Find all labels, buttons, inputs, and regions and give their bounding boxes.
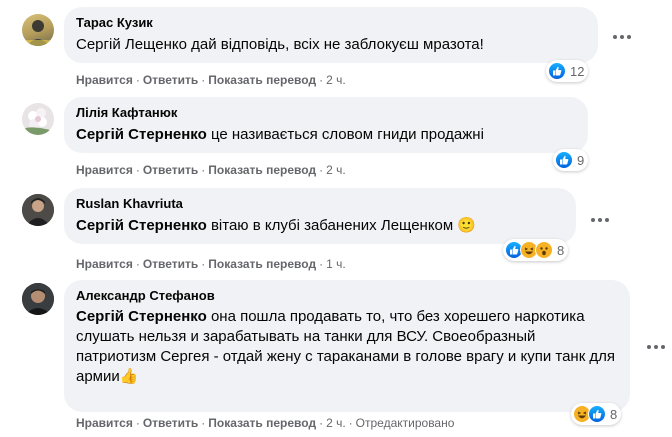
comment-author[interactable]: Александр Стефанов [76,288,618,304]
reaction-count: 12 [570,63,585,79]
reply-link[interactable]: Ответить [143,257,198,271]
reaction-count: 8 [610,406,618,422]
translate-link[interactable]: Показать перевод [208,257,316,271]
avatar[interactable] [22,283,54,315]
like-reaction-icon [548,62,566,80]
comment-1: Тарас Кузик Сергій Лещенко дай відповідь… [0,0,672,92]
reactions-summary[interactable]: 8 [503,239,569,261]
translate-link[interactable]: Показать перевод [208,73,316,87]
reactions-summary[interactable]: 12 [546,60,589,82]
timestamp[interactable]: 2 ч. [326,73,346,87]
comment-actions: Нравится · Ответить · Показать перевод · 2 ч. [76,163,346,177]
comment-author[interactable]: Лілія Кафтанюк [76,105,576,121]
comment-2: Лілія Кафтанюк Сергій Стерненко це назив… [0,92,672,182]
like-reaction-icon [555,151,573,169]
comment-bubble: Ruslan Khavriuta Сергій Стерненко вітаю … [64,188,576,244]
comment-actions: Нравится · Ответить · Показать перевод · 1 ч. [76,257,346,271]
translate-link[interactable]: Показать перевод [208,163,316,177]
comment-4: Александр Стефанов Сергій Стерненко она … [0,278,672,437]
mention-tag[interactable]: Сергій Стерненко [76,217,207,234]
more-options-button[interactable] [584,204,616,236]
more-dots-icon [591,218,609,222]
comment-author[interactable]: Тарас Кузик [76,15,586,31]
more-dots-icon [613,35,631,39]
wow-reaction-icon [535,241,553,259]
slight-smile-emoji: 🙂 [457,217,477,234]
timestamp[interactable]: 2 ч. [326,163,346,177]
mention-tag[interactable]: Сергій Стерненко [76,308,207,325]
timestamp[interactable]: 2 ч. [326,416,346,430]
edited-label[interactable]: Отредактировано [356,416,455,430]
thumbs-up-emoji: 👍 [119,368,139,385]
comment-actions: Нравится · Ответить · Показать перевод · 2 ч. [76,73,346,87]
comment-author[interactable]: Ruslan Khavriuta [76,196,564,212]
avatar[interactable] [22,103,54,135]
comment-bubble: Лілія Кафтанюк Сергій Стерненко це назив… [64,97,588,153]
reply-link[interactable]: Ответить [143,73,198,87]
like-link[interactable]: Нравится [76,163,133,177]
comment-text: це називається словом гниди продажні [210,126,484,143]
like-link[interactable]: Нравится [76,416,133,430]
translate-link[interactable]: Показать перевод [208,416,316,430]
comment-3: Ruslan Khavriuta Сергій Стерненко вітаю … [0,182,672,278]
comment-actions: Нравится · Ответить · Показать перевод · 2 ч. ·… [76,416,455,430]
more-options-button[interactable] [606,21,638,53]
like-reaction-icon [588,405,606,423]
comment-bubble: Тарас Кузик Сергій Лещенко дай відповідь… [64,7,598,63]
comment-text: Сергій Лещенко дай відповідь, всіх не за… [76,36,484,53]
avatar[interactable] [22,194,54,226]
avatar[interactable] [22,14,54,46]
reply-link[interactable]: Ответить [143,416,198,430]
reply-link[interactable]: Ответить [143,163,198,177]
like-link[interactable]: Нравится [76,73,133,87]
more-dots-icon [647,345,665,349]
reactions-summary[interactable]: 8 [571,403,622,425]
like-link[interactable]: Нравится [76,257,133,271]
reaction-count: 9 [577,152,585,168]
comment-text: вітаю в клубі забанених Лещенком [210,217,454,234]
reaction-count: 8 [557,242,565,258]
more-options-button[interactable] [640,331,672,363]
timestamp[interactable]: 1 ч. [326,257,346,271]
comment-bubble: Александр Стефанов Сергій Стерненко она … [64,280,630,412]
mention-tag[interactable]: Сергій Стерненко [76,126,207,143]
reactions-summary[interactable]: 9 [553,149,589,171]
